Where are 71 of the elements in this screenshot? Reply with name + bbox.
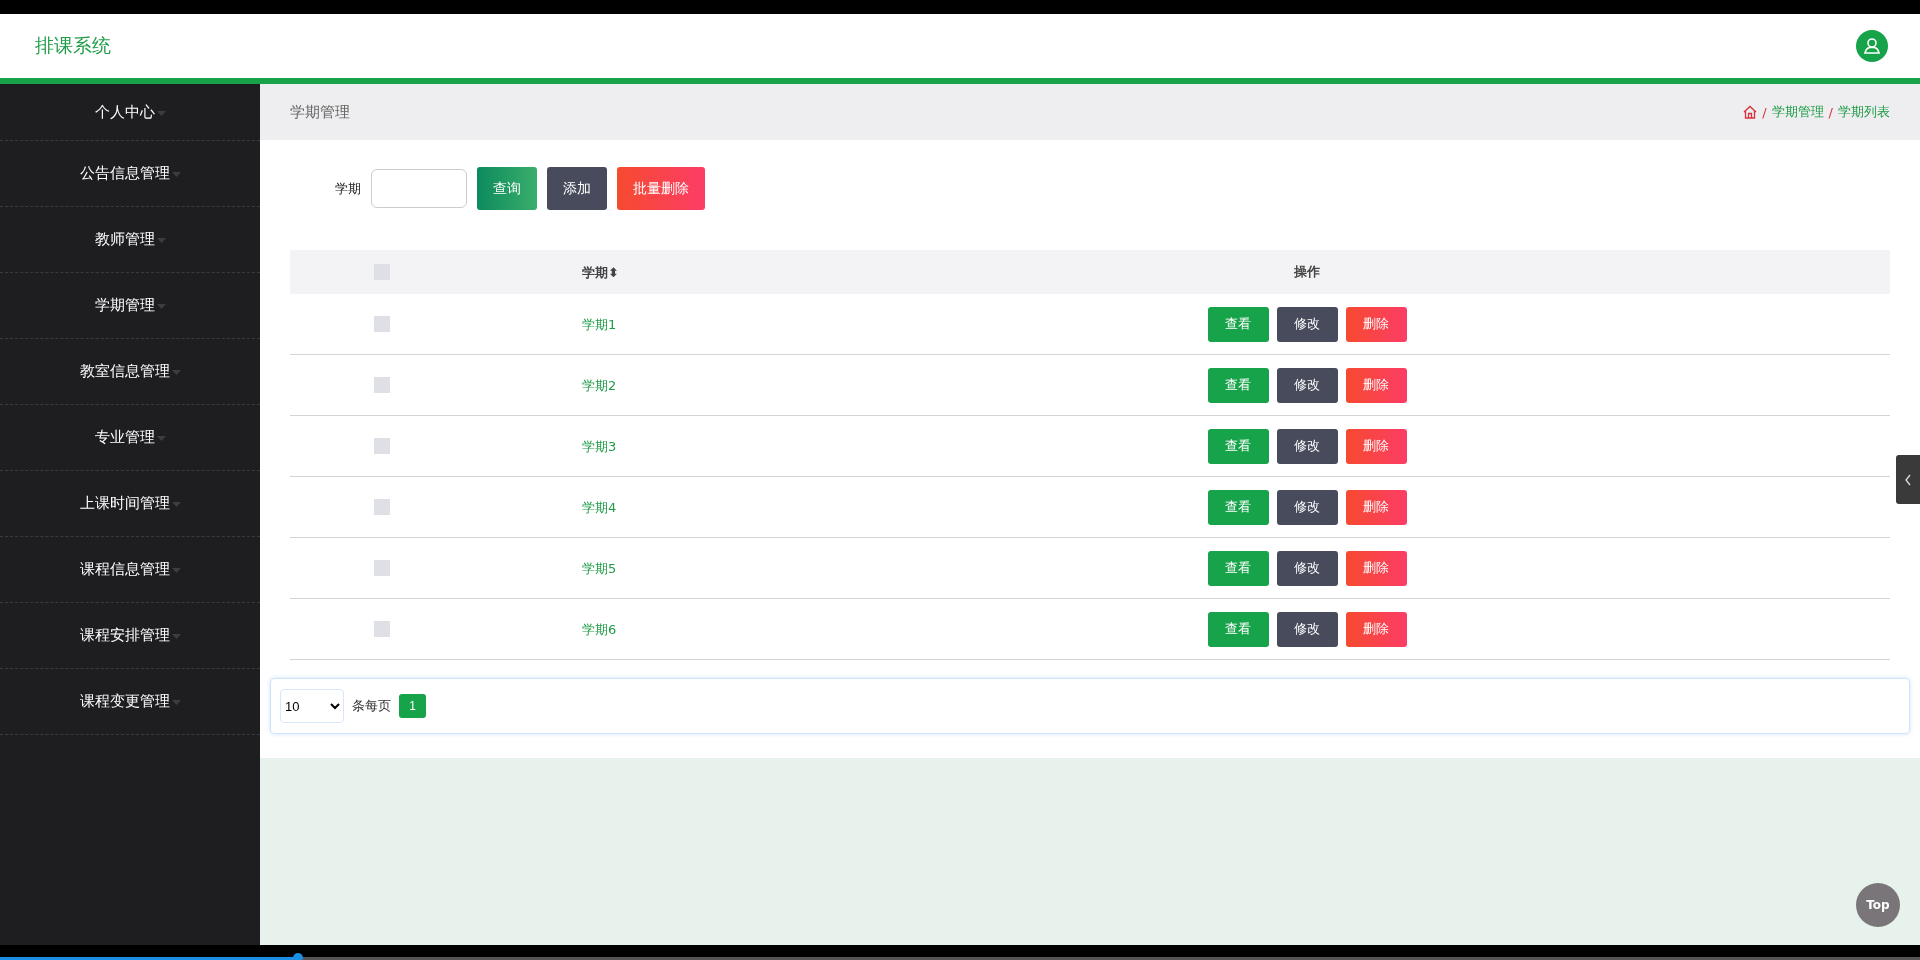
term-link[interactable]: 学期2: [582, 378, 617, 393]
sidebar-item[interactable]: 教室信息管理: [79, 362, 170, 381]
delete-button[interactable]: 删除: [1345, 367, 1407, 403]
per-page-label: 条每页: [352, 697, 391, 715]
term-link[interactable]: 学期5: [582, 561, 617, 576]
page-button[interactable]: 1: [399, 694, 426, 718]
view-button[interactable]: 查看: [1207, 550, 1269, 586]
caret-icon: [156, 238, 166, 243]
sidebar-item[interactable]: 课程信息管理: [79, 560, 170, 579]
delete-button[interactable]: 删除: [1345, 550, 1407, 586]
breadcrumb-separator: /: [1828, 104, 1833, 120]
add-button[interactable]: 添加: [547, 167, 607, 210]
row-checkbox[interactable]: [374, 499, 390, 515]
app-title: 排课系统: [35, 33, 111, 58]
back-to-top-button[interactable]: Top: [1856, 883, 1900, 927]
caret-icon: [171, 568, 181, 573]
home-icon[interactable]: [1743, 105, 1758, 119]
caret-icon: [156, 110, 166, 116]
sidebar-item[interactable]: 学期管理: [94, 296, 155, 315]
edit-button[interactable]: 修改: [1276, 489, 1338, 525]
view-button[interactable]: 查看: [1207, 611, 1269, 647]
edit-button[interactable]: 修改: [1276, 550, 1338, 586]
row-checkbox[interactable]: [374, 621, 390, 637]
delete-button[interactable]: 批量删除: [617, 167, 705, 210]
row-checkbox[interactable]: [374, 438, 390, 454]
view-button[interactable]: 查看: [1207, 367, 1269, 403]
query-button[interactable]: 查询: [477, 167, 537, 210]
delete-button[interactable]: 删除: [1345, 489, 1407, 525]
breadcrumb-link[interactable]: 学期列表: [1838, 103, 1890, 121]
chevron-left-icon: [1903, 472, 1913, 487]
caret-icon: [156, 436, 166, 441]
page-size-select[interactable]: 10: [280, 689, 344, 723]
edit-button[interactable]: 修改: [1276, 611, 1338, 647]
caret-icon: [171, 502, 181, 507]
edit-button[interactable]: 修改: [1276, 367, 1338, 403]
sidebar-item[interactable]: 专业管理: [94, 428, 155, 447]
delete-button[interactable]: 删除: [1345, 306, 1407, 342]
term-link[interactable]: 学期6: [582, 622, 617, 637]
row-checkbox[interactable]: [374, 316, 390, 332]
sidebar-item[interactable]: 个人中心: [94, 102, 155, 122]
collapse-tab[interactable]: [1896, 455, 1920, 504]
edit-button[interactable]: 修改: [1276, 428, 1338, 464]
user-avatar-icon[interactable]: [1856, 30, 1888, 62]
sidebar-item[interactable]: 课程变更管理: [79, 692, 170, 711]
breadcrumb-link[interactable]: 学期管理: [1771, 103, 1824, 121]
caret-icon: [171, 700, 181, 705]
row-checkbox[interactable]: [374, 560, 390, 576]
page-title: 学期管理: [290, 102, 350, 122]
edit-button[interactable]: 修改: [1276, 306, 1338, 342]
sidebar-item[interactable]: 上课时间管理: [79, 494, 170, 513]
delete-button[interactable]: 删除: [1345, 611, 1407, 647]
delete-button[interactable]: 删除: [1345, 428, 1407, 464]
caret-icon: [156, 304, 166, 309]
breadcrumb-separator: /: [1762, 104, 1767, 120]
column-header: 操作: [1294, 263, 1320, 281]
term-link[interactable]: 学期3: [582, 439, 617, 454]
sidebar-item[interactable]: 课程安排管理: [79, 626, 170, 645]
caret-icon: [171, 172, 181, 177]
view-button[interactable]: 查看: [1207, 428, 1269, 464]
term-link[interactable]: 学期4: [582, 500, 617, 515]
column-header[interactable]: 学期⬍: [582, 265, 619, 280]
search-label: 学期: [335, 179, 361, 198]
view-button[interactable]: 查看: [1207, 306, 1269, 342]
row-checkbox[interactable]: [374, 377, 390, 393]
sidebar-item[interactable]: 教师管理: [94, 230, 155, 249]
view-button[interactable]: 查看: [1207, 489, 1269, 525]
term-link[interactable]: 学期1: [582, 317, 617, 332]
search-field[interactable]: [371, 169, 467, 208]
caret-icon: [171, 634, 181, 639]
caret-icon: [171, 370, 181, 375]
sidebar-item[interactable]: 公告信息管理: [79, 164, 170, 183]
